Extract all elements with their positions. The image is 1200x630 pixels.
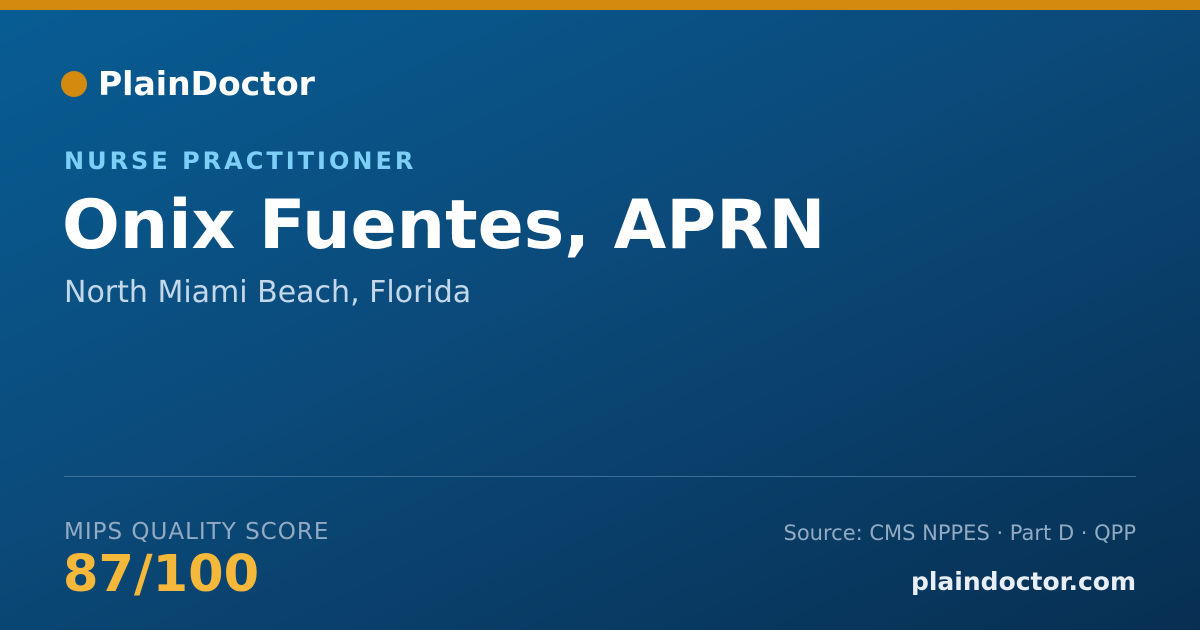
brand-name: PlainDoctor (98, 64, 315, 103)
section-divider (64, 476, 1136, 477)
brand-dot-icon (61, 71, 87, 97)
provider-name: Onix Fuentes, APRN (62, 186, 826, 265)
site-domain: plaindoctor.com (910, 567, 1136, 596)
provider-specialty: NURSE PRACTITIONER (64, 147, 417, 175)
source-text: Source: CMS NPPES · Part D · QPP (783, 521, 1136, 545)
score-label: MIPS QUALITY SCORE (64, 519, 330, 545)
score-value: 87/100 (63, 545, 260, 604)
provider-share-card: PlainDoctor NURSE PRACTITIONER Onix Fuen… (0, 0, 1200, 630)
provider-location: North Miami Beach, Florida (64, 275, 472, 310)
accent-top-bar (0, 0, 1200, 10)
brand-logo: PlainDoctor (61, 62, 315, 106)
